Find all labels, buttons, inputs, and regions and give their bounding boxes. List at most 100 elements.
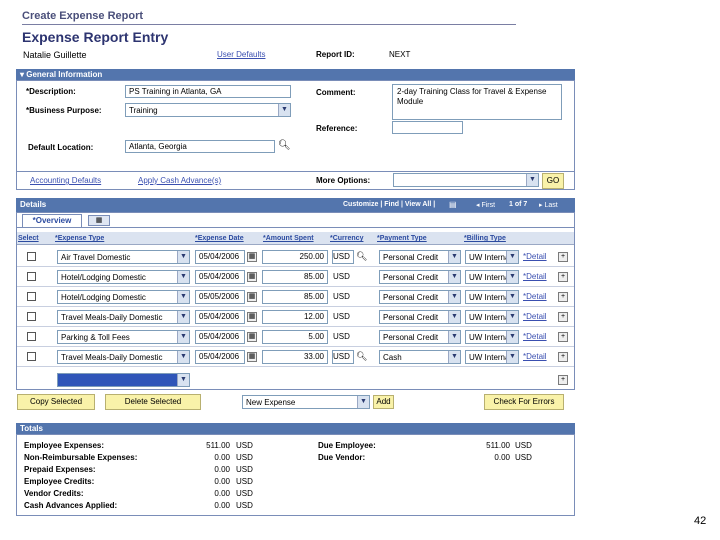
row-expense-type-select[interactable]: Parking & Toll Fees ▼ (57, 330, 190, 344)
row-currency[interactable]: USD (333, 272, 350, 281)
totals-label: Prepaid Expenses: (24, 465, 96, 474)
go-button[interactable]: GO (542, 173, 564, 189)
calendar-icon[interactable]: ▦ (247, 332, 257, 342)
row-amount-field[interactable]: 85.00 (262, 270, 328, 284)
row-expense-type-select[interactable]: Air Travel Domestic ▼ (57, 250, 190, 264)
row-expense-date-field[interactable]: 05/04/2006 (195, 250, 245, 264)
row-payment-type-select[interactable]: Personal Credit ▼ (379, 270, 461, 284)
add-row-icon[interactable]: + (558, 252, 568, 262)
grid-settings-icon[interactable]: ▤ (449, 200, 457, 209)
row-amount-field[interactable]: 33.00 (262, 350, 328, 364)
row-detail-link[interactable]: *Detail (523, 292, 547, 301)
tab-overview[interactable]: *Overview (22, 214, 82, 227)
chevron-down-icon: ▼ (448, 311, 460, 323)
row-detail-link[interactable]: *Detail (523, 272, 547, 281)
col-expense-date[interactable]: *Expense Date (195, 235, 244, 242)
add-row-icon[interactable]: + (558, 312, 568, 322)
first-link[interactable]: ◂ First (476, 201, 495, 209)
row-select-checkbox[interactable] (27, 272, 36, 281)
currency-field[interactable] (332, 350, 354, 364)
row-amount-field[interactable]: 5.00 (262, 330, 328, 344)
row-payment-type-select[interactable]: Personal Credit ▼ (379, 290, 461, 304)
row-select-checkbox[interactable] (27, 352, 36, 361)
calendar-icon[interactable]: ▦ (247, 312, 257, 322)
row-expense-date-field[interactable]: 05/04/2006 (195, 270, 245, 284)
row-expense-date-field[interactable]: 05/04/2006 (195, 310, 245, 324)
general-info-header[interactable]: ▾ General Information (16, 69, 575, 80)
search-icon[interactable]: 🔍︎ (356, 351, 367, 362)
last-link[interactable]: ▸ Last (539, 201, 558, 209)
chevron-down-icon: ▼ (448, 291, 460, 303)
chevron-down-icon: ▼ (177, 271, 189, 283)
row-amount-field[interactable]: 12.00 (262, 310, 328, 324)
row-expense-type-select[interactable]: Travel Meals-Daily Domestic ▼ (57, 350, 190, 364)
more-options-select[interactable]: ▼ (393, 173, 539, 187)
row-billing-type-select[interactable]: UW Internal ▼ (465, 350, 519, 364)
add-row-icon[interactable]: + (558, 375, 568, 385)
grid-nav-links[interactable]: Customize | Find | View All | (343, 201, 435, 208)
row-amount-field[interactable]: 85.00 (262, 290, 328, 304)
accounting-defaults-link[interactable]: Accounting Defaults (30, 176, 101, 185)
row-detail-link[interactable]: *Detail (523, 332, 547, 341)
search-icon[interactable]: 🔍︎ (278, 140, 291, 151)
chevron-down-icon: ▼ (506, 291, 518, 303)
apply-cash-advance-link[interactable]: Apply Cash Advance(s) (138, 176, 221, 185)
row-select-checkbox[interactable] (27, 312, 36, 321)
row-select-checkbox[interactable] (27, 252, 36, 261)
row-expense-date-field[interactable]: 05/04/2006 (195, 330, 245, 344)
row-amount-field[interactable]: 250.00 (262, 250, 328, 264)
row-billing-type-select[interactable]: UW Internal ▼ (465, 310, 519, 324)
row-billing-type-select[interactable]: UW Internal ▼ (465, 250, 519, 264)
row-currency[interactable]: USD (333, 292, 350, 301)
comment-textarea[interactable]: 2-day Training Class for Travel & Expens… (392, 84, 562, 120)
add-row-icon[interactable]: + (558, 292, 568, 302)
row-expense-date-field[interactable]: 05/05/2006 (195, 290, 245, 304)
row-detail-link[interactable]: *Detail (523, 312, 547, 321)
row-billing-type-select[interactable]: UW Internal ▼ (465, 270, 519, 284)
row-billing-type-select[interactable]: UW Internal ▼ (465, 330, 519, 344)
show-all-columns-tab[interactable]: ▦ (88, 215, 110, 226)
add-button[interactable]: Add (373, 395, 394, 409)
row-expense-date-field[interactable]: 05/04/2006 (195, 350, 245, 364)
copy-selected-button[interactable]: Copy Selected (17, 394, 95, 410)
row-select-checkbox[interactable] (27, 332, 36, 341)
row-billing-type-select[interactable]: UW Internal ▼ (465, 290, 519, 304)
description-field[interactable]: PS Training in Atlanta, GA (125, 85, 291, 98)
row-payment-type-select[interactable]: Personal Credit ▼ (379, 250, 461, 264)
default-location-field[interactable]: Atlanta, Georgia (125, 140, 275, 153)
delete-selected-button[interactable]: Delete Selected (105, 394, 201, 410)
col-select[interactable]: Select (18, 235, 39, 242)
col-expense-type[interactable]: *Expense Type (55, 235, 104, 242)
col-billing-type[interactable]: *Billing Type (464, 235, 506, 242)
row-select-checkbox[interactable] (27, 292, 36, 301)
calendar-icon[interactable]: ▦ (247, 272, 257, 282)
row-currency[interactable]: USD (333, 312, 350, 321)
calendar-icon[interactable]: ▦ (247, 352, 257, 362)
new-row-expense-type-select[interactable]: ▼ (57, 373, 190, 387)
col-payment-type[interactable]: *Payment Type (377, 235, 427, 242)
reference-field[interactable] (392, 121, 463, 134)
col-currency[interactable]: *Currency (330, 235, 363, 242)
calendar-icon[interactable]: ▦ (247, 252, 257, 262)
business-purpose-select[interactable]: Training ▼ (125, 103, 291, 117)
row-payment-type-select[interactable]: Cash ▼ (379, 350, 461, 364)
row-expense-type-select[interactable]: Travel Meals-Daily Domestic ▼ (57, 310, 190, 324)
new-expense-select[interactable]: New Expense ▼ (242, 395, 370, 409)
search-icon[interactable]: 🔍︎ (356, 251, 367, 262)
add-row-icon[interactable]: + (558, 332, 568, 342)
row-detail-link[interactable]: *Detail (523, 252, 547, 261)
row-expense-type-select[interactable]: Hotel/Lodging Domestic ▼ (57, 290, 190, 304)
add-row-icon[interactable]: + (558, 352, 568, 362)
check-for-errors-button[interactable]: Check For Errors (484, 394, 564, 410)
chevron-down-icon: ▼ (448, 331, 460, 343)
calendar-icon[interactable]: ▦ (247, 292, 257, 302)
row-payment-type-select[interactable]: Personal Credit ▼ (379, 310, 461, 324)
add-row-icon[interactable]: + (558, 272, 568, 282)
user-defaults-link[interactable]: User Defaults (217, 50, 265, 59)
col-amount-spent[interactable]: *Amount Spent (263, 235, 314, 242)
row-currency[interactable]: USD (333, 332, 350, 341)
row-expense-type-select[interactable]: Hotel/Lodging Domestic ▼ (57, 270, 190, 284)
row-payment-type-select[interactable]: Personal Credit ▼ (379, 330, 461, 344)
row-detail-link[interactable]: *Detail (523, 352, 547, 361)
currency-field[interactable] (332, 250, 354, 264)
